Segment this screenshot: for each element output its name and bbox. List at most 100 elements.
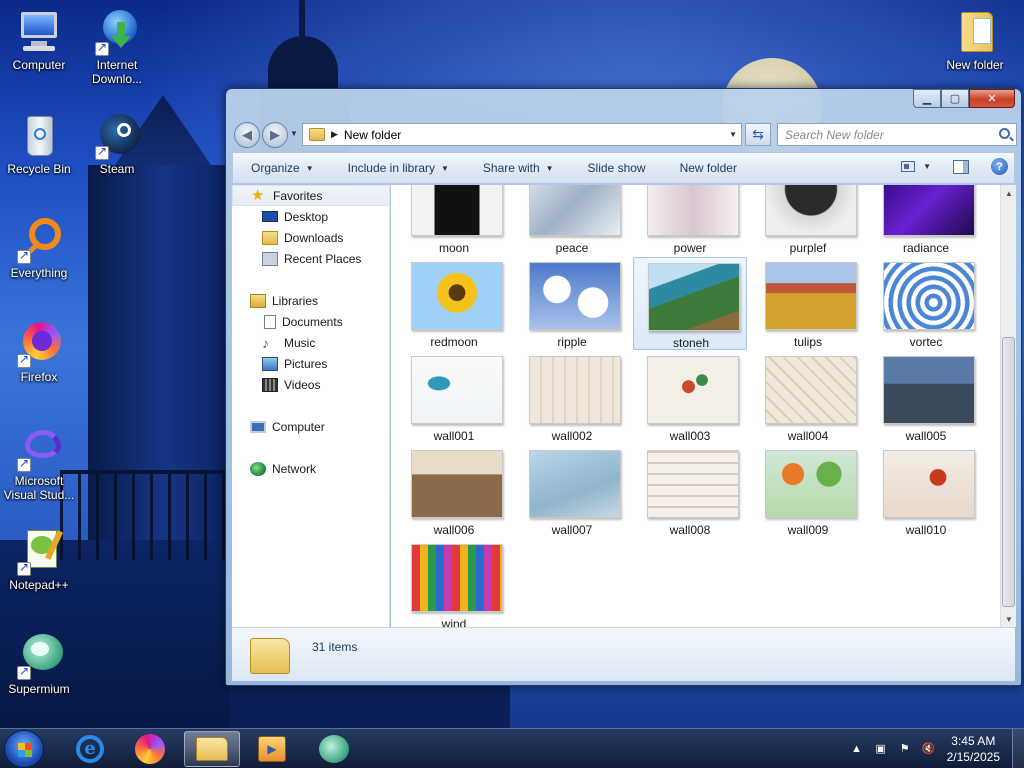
breadcrumb-arrow-icon[interactable]: ▶: [331, 129, 338, 140]
nav-downloads[interactable]: Downloads: [232, 227, 390, 248]
file-thumbnail[interactable]: wall001: [397, 351, 511, 444]
recent-places-icon: [262, 251, 278, 266]
image-thumbnail: [411, 356, 503, 424]
nav-network[interactable]: Network: [232, 458, 390, 479]
scroll-down-icon[interactable]: ▼: [1001, 611, 1017, 627]
file-thumbnail[interactable]: wall008: [633, 445, 747, 538]
file-thumbnail[interactable]: power: [633, 185, 747, 256]
desktop-icon-steam[interactable]: Steam: [78, 112, 156, 176]
refresh-button[interactable]: ⇆: [745, 123, 771, 146]
file-thumbnail[interactable]: wall010: [869, 445, 983, 538]
file-thumbnail[interactable]: wall005: [869, 351, 983, 444]
file-thumbnail[interactable]: wall009: [751, 445, 865, 538]
show-hidden-icons-icon[interactable]: ▲: [849, 741, 865, 757]
image-thumbnail: [883, 262, 975, 330]
nav-label: Videos: [284, 377, 321, 392]
nav-documents[interactable]: Documents: [232, 311, 390, 332]
image-thumbnail: [411, 185, 503, 236]
breadcrumb-current[interactable]: New folder: [344, 128, 401, 142]
nav-libraries[interactable]: Libraries: [232, 290, 390, 311]
share-with-button[interactable]: Share with ▼: [465, 161, 570, 175]
nav-pictures[interactable]: Pictures: [232, 353, 390, 374]
file-thumbnail[interactable]: moon: [397, 185, 511, 256]
desktop-icon-visual-studio[interactable]: Microsoft Visual Stud...: [0, 424, 78, 502]
address-bar[interactable]: ▶ New folder ▼: [302, 123, 742, 146]
image-thumbnail: [883, 356, 975, 424]
folder-icon: [309, 128, 325, 141]
action-center-flag-icon[interactable]: ⚑: [897, 741, 913, 757]
vertical-scrollbar[interactable]: ▲ ▼: [1000, 185, 1016, 627]
search-input[interactable]: Search New folder: [777, 123, 1017, 146]
desktop-icon-notepad-plus-plus[interactable]: Notepad++: [0, 528, 78, 592]
notepad-plus-plus-icon: [15, 528, 64, 576]
nav-videos[interactable]: Videos: [232, 374, 390, 395]
file-thumbnail[interactable]: ripple: [515, 257, 629, 350]
forward-button[interactable]: ▶: [262, 122, 288, 148]
file-thumbnail[interactable]: wall002: [515, 351, 629, 444]
new-folder-button[interactable]: New folder: [662, 161, 753, 175]
view-options-dropdown-icon[interactable]: ▼: [923, 162, 931, 171]
desktop-icon-label: Supermium: [8, 682, 70, 696]
slide-show-button[interactable]: Slide show: [570, 161, 662, 175]
taskbar-firefox[interactable]: [122, 731, 178, 767]
desktop-icon-firefox[interactable]: Firefox: [0, 320, 78, 384]
start-button[interactable]: [4, 730, 44, 768]
scroll-up-icon[interactable]: ▲: [1001, 185, 1017, 201]
include-in-library-label: Include in library: [347, 161, 435, 175]
volume-muted-icon[interactable]: 🔇: [921, 741, 937, 757]
desktop-icon-recycle-bin[interactable]: Recycle Bin: [0, 112, 78, 176]
explorer-window[interactable]: ▁ ▢ ✕ ◀ ▶ ▼ ▶ New folder ▼ ⇆ Search New …: [225, 88, 1022, 686]
file-thumbnail[interactable]: redmoon: [397, 257, 511, 350]
include-in-library-button[interactable]: Include in library ▼: [330, 161, 465, 175]
desktop-icon-supermium[interactable]: Supermium: [0, 632, 78, 696]
nav-label: Computer: [272, 419, 325, 434]
close-button[interactable]: ✕: [969, 89, 1015, 108]
file-thumbnail[interactable]: wall006: [397, 445, 511, 538]
nav-computer[interactable]: Computer: [232, 416, 390, 437]
file-list[interactable]: moon peace power purplef radiance redmoo…: [391, 185, 1000, 627]
nav-recent-places[interactable]: Recent Places: [232, 248, 390, 269]
file-thumbnail[interactable]: stoneh: [633, 257, 747, 350]
preview-pane-icon[interactable]: [953, 159, 969, 174]
windows-logo-icon: [18, 743, 32, 757]
back-button[interactable]: ◀: [234, 122, 260, 148]
taskbar-internet-explorer[interactable]: e: [62, 731, 118, 767]
taskbar-media-player[interactable]: ▶: [244, 731, 300, 767]
maximize-button[interactable]: ▢: [941, 89, 969, 108]
shortcut-arrow-icon: [17, 352, 31, 368]
minimize-button[interactable]: ▁: [913, 89, 941, 108]
taskbar-windows-explorer[interactable]: [184, 731, 240, 767]
recent-pages-dropdown-icon[interactable]: ▼: [290, 129, 298, 138]
details-pane: 31 items: [232, 627, 1015, 681]
clock[interactable]: 3:45 AM 2/15/2025: [947, 733, 1000, 765]
pictures-icon: [262, 356, 278, 371]
desktop-icon-internet-download-manager[interactable]: Internet Downlo...: [78, 8, 156, 86]
shortcut-arrow-icon: [95, 40, 109, 56]
taskbar-supermium[interactable]: [306, 731, 362, 767]
file-thumbnail[interactable]: wall007: [515, 445, 629, 538]
nav-desktop[interactable]: Desktop: [232, 206, 390, 227]
change-view-icon[interactable]: [901, 161, 916, 172]
desktop-icon-everything[interactable]: Everything: [0, 216, 78, 280]
nav-favorites[interactable]: ★ Favorites: [232, 185, 390, 206]
show-desktop-button[interactable]: [1012, 729, 1024, 768]
system-tray: ▲ ▣ ⚑ 🔇 3:45 AM 2/15/2025: [845, 729, 1024, 768]
network-status-icon[interactable]: ▣: [873, 741, 889, 757]
scrollbar-thumb[interactable]: [1002, 337, 1015, 607]
file-thumbnail[interactable]: peace: [515, 185, 629, 256]
file-thumbnail[interactable]: wall003: [633, 351, 747, 444]
search-icon[interactable]: [999, 128, 1010, 139]
organize-button[interactable]: Organize ▼: [233, 161, 330, 175]
file-thumbnail[interactable]: purplef: [751, 185, 865, 256]
help-icon[interactable]: ?: [991, 158, 1008, 175]
file-thumbnail[interactable]: radiance: [869, 185, 983, 256]
item-count: 31 items: [312, 640, 358, 654]
file-thumbnail[interactable]: tulips: [751, 257, 865, 350]
nav-music[interactable]: ♪ Music: [232, 332, 390, 353]
file-thumbnail[interactable]: wind: [397, 539, 511, 627]
file-thumbnail[interactable]: vortec: [869, 257, 983, 350]
desktop-icon-new-folder[interactable]: New folder: [936, 8, 1014, 72]
address-dropdown-icon[interactable]: ▼: [729, 130, 737, 139]
desktop-icon-computer[interactable]: Computer: [0, 8, 78, 72]
file-thumbnail[interactable]: wall004: [751, 351, 865, 444]
